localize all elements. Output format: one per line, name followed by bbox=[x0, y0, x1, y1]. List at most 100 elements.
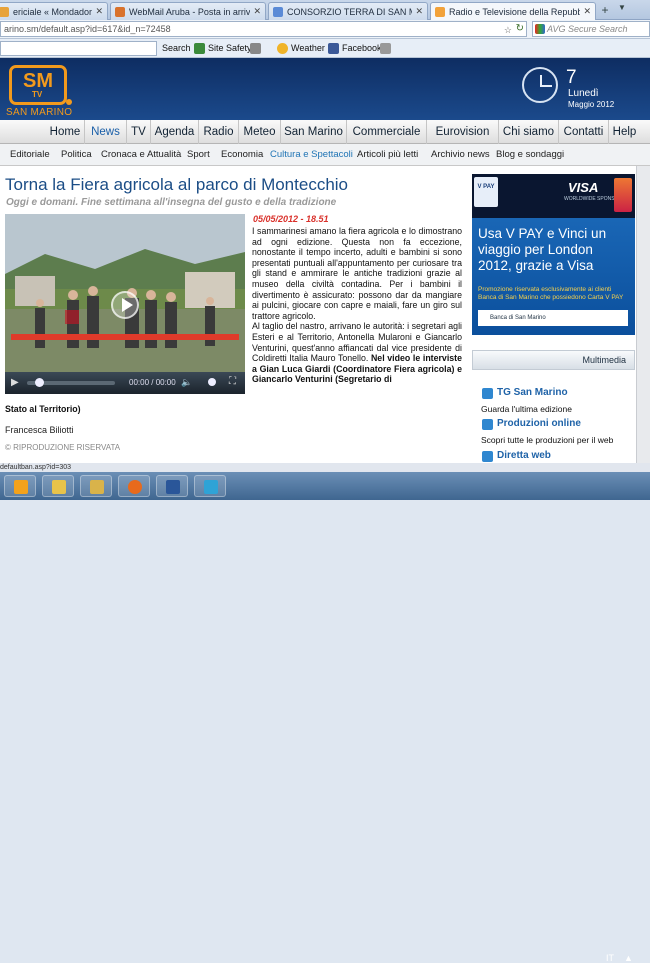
subnav-blog[interactable]: Blog e sondaggi bbox=[496, 144, 564, 166]
nav-help[interactable]: Help bbox=[608, 120, 640, 144]
url-field[interactable]: arino.sm/default.asp?id=617&id_n=72458 ☆… bbox=[0, 21, 527, 37]
ad-small-print: Promozione riservata esclusivamente ai c… bbox=[478, 286, 624, 301]
favicon-icon bbox=[273, 6, 283, 17]
subnav-articoli[interactable]: Articoli più letti bbox=[357, 144, 418, 166]
navigation-bar: arino.sm/default.asp?id=617&id_n=72458 ☆… bbox=[0, 20, 650, 39]
avg-placeholder: AVG Secure Search bbox=[547, 24, 628, 34]
taskbar-word[interactable] bbox=[156, 475, 188, 497]
diretta-icon bbox=[482, 451, 493, 462]
video-time: 00:00 / 00:00 bbox=[129, 378, 176, 387]
nav-news[interactable]: News bbox=[84, 120, 126, 144]
subnav-cultura[interactable]: Cultura e Spettacoli bbox=[270, 144, 353, 166]
logo-dot-icon bbox=[66, 99, 72, 105]
multimedia-tg-link[interactable]: TG San Marino bbox=[497, 387, 568, 398]
visa-logo: VISA bbox=[568, 180, 599, 195]
seek-handle[interactable] bbox=[35, 378, 44, 387]
play-overlay-button[interactable] bbox=[111, 291, 139, 319]
multimedia-diretta-link[interactable]: Diretta web bbox=[497, 450, 551, 461]
subnav-cronaca[interactable]: Cronaca e Attualità bbox=[101, 144, 181, 166]
subnav-editoriale[interactable]: Editoriale bbox=[10, 144, 50, 166]
article-subtitle: Oggi e domani. Fine settimana all'insegn… bbox=[6, 197, 337, 208]
nav-chi-siamo[interactable]: Chi siamo bbox=[498, 120, 558, 144]
facebook-button[interactable]: Facebook bbox=[328, 41, 382, 56]
article-paragraph: I sammarinesi amano la fiera agricola e … bbox=[252, 226, 462, 321]
volume-icon[interactable]: 🔈 bbox=[181, 377, 192, 388]
tab-list-icon[interactable]: ▼ bbox=[618, 3, 626, 12]
browser-tab-consorzio[interactable]: CONSORZIO TERRA DI SAN MARINO ✕ bbox=[268, 2, 428, 20]
taskbar-files[interactable] bbox=[80, 475, 112, 497]
trash-icon bbox=[250, 43, 261, 54]
new-tab-button[interactable]: + bbox=[598, 3, 612, 18]
subnav-archivio[interactable]: Archivio news bbox=[431, 144, 490, 166]
language-indicator[interactable]: IT bbox=[606, 953, 614, 963]
folder-icon bbox=[52, 480, 66, 494]
windows-taskbar: IT ▲ bbox=[0, 472, 650, 963]
avg-search-field[interactable]: AVG Secure Search bbox=[532, 21, 650, 37]
ad-top-band: V PAY VISA WORLDWIDE SPONSOR bbox=[472, 174, 635, 218]
site-safety-button[interactable]: Site Safety bbox=[194, 41, 252, 56]
weather-label: Weather bbox=[291, 43, 325, 53]
refresh-icon[interactable]: ↻ bbox=[516, 22, 524, 36]
tab-label: CONSORZIO TERRA DI SAN MARINO bbox=[287, 6, 412, 17]
visa-ad-banner[interactable]: V PAY VISA WORLDWIDE SPONSOR Usa V PAY e… bbox=[472, 174, 635, 335]
close-tab-icon[interactable]: ✕ bbox=[95, 6, 103, 17]
taskbar-firefox[interactable] bbox=[118, 475, 150, 497]
search-label: Search bbox=[162, 43, 191, 53]
bank-logo: Banca di San Marino bbox=[478, 310, 628, 326]
multimedia-header: Multimedia bbox=[472, 350, 635, 370]
browser-tab-rtv[interactable]: Radio e Televisione della Repubblica ...… bbox=[430, 2, 596, 20]
article-title: Torna la Fiera agricola al parco di Mont… bbox=[5, 175, 349, 194]
subnav-sport[interactable]: Sport bbox=[187, 144, 210, 166]
subnav-economia[interactable]: Economia bbox=[221, 144, 263, 166]
nav-tv[interactable]: TV bbox=[126, 120, 150, 144]
firefox-icon bbox=[128, 480, 142, 494]
browser-tab-webmail[interactable]: WebMail Aruba - Posta in arrivo - inf...… bbox=[110, 2, 266, 20]
toolbar-menu-button[interactable] bbox=[380, 41, 394, 56]
toolbar-search-button[interactable]: Search bbox=[162, 41, 191, 56]
vpay-logo: V PAY bbox=[474, 177, 498, 207]
taskbar-app[interactable] bbox=[194, 475, 226, 497]
nav-san-marino[interactable]: San Marino bbox=[280, 120, 346, 144]
nav-contatti[interactable]: Contatti bbox=[558, 120, 608, 144]
trash-button[interactable] bbox=[250, 41, 264, 56]
favicon-icon bbox=[115, 6, 125, 17]
multimedia-produzioni-link[interactable]: Produzioni online bbox=[497, 418, 581, 429]
nav-agenda[interactable]: Agenda bbox=[150, 120, 198, 144]
page-scrollbar[interactable] bbox=[636, 166, 650, 471]
subnav-politica[interactable]: Politica bbox=[61, 144, 92, 166]
play-pause-icon[interactable]: ▶ bbox=[11, 377, 23, 389]
url-text: arino.sm/default.asp?id=617&id_n=72458 bbox=[4, 24, 171, 34]
ad-headline: Usa V PAY e Vinci un viaggio per London … bbox=[478, 226, 607, 273]
nav-commerciale[interactable]: Commerciale bbox=[346, 120, 426, 144]
shield-icon bbox=[194, 43, 205, 54]
article-date: 05/05/2012 - 18.51 bbox=[253, 214, 329, 224]
taskbar-explorer[interactable] bbox=[42, 475, 74, 497]
tray-arrow-icon[interactable]: ▲ bbox=[624, 953, 633, 963]
close-tab-icon[interactable]: ✕ bbox=[253, 6, 261, 17]
toolbar-search-input[interactable] bbox=[0, 41, 157, 56]
date-weekday: Lunedì bbox=[568, 88, 599, 99]
video-player[interactable]: ▶ 00:00 / 00:00 🔈 ⛶ bbox=[5, 214, 245, 394]
article-author: Francesca Biliotti bbox=[5, 425, 74, 435]
video-frame bbox=[5, 214, 245, 372]
taskbar-outlook[interactable] bbox=[4, 475, 36, 497]
date-month-year: Maggio 2012 bbox=[568, 100, 615, 109]
close-tab-icon[interactable]: ✕ bbox=[583, 6, 591, 17]
nav-home[interactable]: Home bbox=[46, 120, 84, 144]
facebook-label: Facebook bbox=[342, 43, 382, 53]
multimedia-title: Multimedia bbox=[582, 355, 626, 365]
nav-meteo[interactable]: Meteo bbox=[238, 120, 280, 144]
avg-toolbar: Search Site Safety Weather Facebook bbox=[0, 39, 650, 58]
weather-button[interactable]: Weather bbox=[277, 41, 325, 56]
bookmark-star-icon[interactable]: ☆ bbox=[504, 23, 512, 37]
site-logo[interactable]: SM TV bbox=[9, 65, 72, 105]
fullscreen-icon[interactable]: ⛶ bbox=[229, 376, 236, 387]
nav-radio[interactable]: Radio bbox=[198, 120, 238, 144]
close-tab-icon[interactable]: ✕ bbox=[415, 6, 423, 17]
produzioni-icon bbox=[482, 419, 493, 430]
browser-tab-mondadori[interactable]: ericiale « Mondadori Edu... ✕ bbox=[0, 2, 108, 20]
article-video-note-end: Stato al Territorio) bbox=[5, 404, 81, 414]
volume-handle[interactable] bbox=[208, 378, 216, 386]
nav-eurovision[interactable]: Eurovision 2012 bbox=[426, 120, 498, 162]
favicon-icon bbox=[435, 6, 445, 17]
